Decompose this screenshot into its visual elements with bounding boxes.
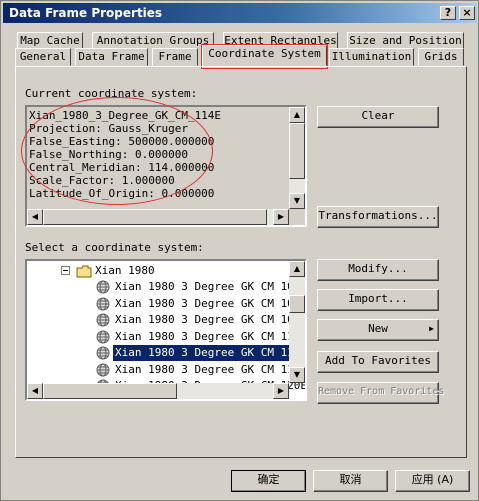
- cs-tree-view[interactable]: Xian 1980 Xian 1980 3 Degree GK CM 102E X…: [25, 259, 307, 401]
- current-cs-label: Current coordinate system:: [25, 87, 198, 100]
- scroll-down-arrow-icon[interactable]: ▼: [289, 367, 305, 383]
- tab-grids[interactable]: Grids: [418, 48, 464, 66]
- tab-frame[interactable]: Frame: [152, 48, 198, 66]
- tab-general[interactable]: General: [15, 48, 71, 66]
- scroll-thumb[interactable]: [289, 123, 305, 179]
- tree-item-row[interactable]: Xian 1980 3 Degree GK CM 117E: [27, 362, 305, 378]
- tree-item-label: Xian 1980 3 Degree GK CM 105E: [115, 296, 307, 310]
- tree-item-row[interactable]: Xian 1980 3 Degree GK CM 102E: [27, 279, 305, 295]
- tree-vscrollbar[interactable]: ▲ ▼: [289, 261, 305, 383]
- globe-icon: [96, 330, 110, 343]
- tree-item-label: Xian 1980 3 Degree GK CM 111E: [115, 329, 307, 343]
- window-title: Data Frame Properties: [9, 6, 163, 20]
- current-vscrollbar[interactable]: ▲ ▼: [289, 107, 305, 209]
- import-button-label: Import...: [348, 292, 408, 305]
- scroll-up-arrow-icon[interactable]: ▲: [289, 107, 305, 123]
- import-button[interactable]: Import...: [317, 289, 439, 311]
- globe-icon: [96, 363, 110, 376]
- remove-from-favorites-label: Remove From Favorites: [318, 386, 445, 397]
- scroll-left-arrow-icon[interactable]: ◀: [27, 383, 43, 399]
- clear-button[interactable]: Clear: [317, 106, 439, 128]
- tree-item-label: Xian 1980 3 Degree GK CM 108E: [115, 313, 307, 326]
- add-to-favorites-label: Add To Favorites: [325, 354, 431, 367]
- close-button[interactable]: ×: [459, 6, 475, 20]
- scroll-thumb[interactable]: [289, 295, 305, 313]
- cs-scale-factor-line: Scale_Factor: 1.000000: [29, 174, 175, 187]
- cs-false-northing-line: False_Northing: 0.000000: [29, 148, 188, 161]
- globe-icon: [96, 313, 110, 327]
- tree-hscrollbar[interactable]: ◀ ▶: [27, 383, 289, 399]
- cancel-button[interactable]: 取消: [313, 470, 388, 492]
- globe-icon: [96, 346, 110, 360]
- cs-latitude-origin-line: Latitude_Of_Origin: 0.000000: [29, 187, 215, 200]
- ok-button[interactable]: 确定: [231, 470, 306, 492]
- title-bar[interactable]: Data Frame Properties ? ×: [3, 3, 477, 23]
- tree-item-label: Xian 1980 3 Degree GK CM 117E: [115, 362, 307, 376]
- tab-data-frame[interactable]: Data Frame: [75, 48, 148, 66]
- cs-projection-line: Projection: Gauss_Kruger: [29, 122, 188, 135]
- transformations-button-label: Transformations...: [318, 209, 438, 222]
- tab-illumination[interactable]: Illumination: [329, 48, 414, 66]
- current-cs-box[interactable]: Xian_1980_3_Degree_GK_CM_114E Projection…: [25, 105, 307, 227]
- current-hscrollbar[interactable]: ◀ ▶: [27, 209, 289, 225]
- apply-button-label: 应用 (A): [411, 473, 454, 486]
- globe-icon: [96, 280, 110, 294]
- cs-name-line: Xian_1980_3_Degree_GK_CM_114E: [29, 109, 222, 122]
- ok-button-label: 确定: [257, 473, 280, 486]
- folder-label: Xian 1980: [95, 264, 155, 277]
- cancel-button-label: 取消: [339, 473, 362, 486]
- modify-button[interactable]: Modify...: [317, 259, 439, 281]
- collapse-icon[interactable]: [61, 266, 70, 275]
- scroll-thumb[interactable]: [43, 383, 177, 399]
- tree-folder-row[interactable]: Xian 1980: [27, 263, 289, 279]
- folder-icon: [76, 265, 92, 278]
- add-to-favorites-button[interactable]: Add To Favorites: [317, 351, 439, 373]
- globe-icon: [96, 297, 110, 310]
- apply-button[interactable]: 应用 (A): [395, 470, 470, 492]
- scroll-right-arrow-icon[interactable]: ▶: [273, 383, 289, 399]
- scroll-thumb[interactable]: [43, 209, 267, 225]
- scroll-up-arrow-icon[interactable]: ▲: [289, 261, 305, 277]
- remove-from-favorites-button[interactable]: Remove From Favorites: [317, 382, 444, 404]
- dropdown-arrow-icon: ▶: [429, 324, 434, 333]
- scroll-left-arrow-icon[interactable]: ◀: [27, 209, 43, 225]
- tree-item-label: Xian 1980 3 Degree GK CM 102E: [115, 280, 307, 293]
- scroll-down-arrow-icon[interactable]: ▼: [289, 193, 305, 209]
- help-button[interactable]: ?: [440, 6, 456, 20]
- new-button-label: New: [368, 322, 388, 335]
- tree-item-row[interactable]: Xian 1980 3 Degree GK CM 111E: [27, 329, 305, 345]
- tree-item-label: Xian 1980 3 Degree GK CM 114E: [113, 345, 305, 361]
- tree-item-row[interactable]: Xian 1980 3 Degree GK CM 108E: [27, 312, 305, 328]
- tree-item-row[interactable]: Xian 1980 3 Degree GK CM 105E: [27, 296, 305, 312]
- new-button[interactable]: New ▶: [317, 319, 439, 341]
- scroll-right-arrow-icon[interactable]: ▶: [273, 209, 289, 225]
- tab-coordinate-system[interactable]: Coordinate System: [202, 45, 327, 66]
- dialog-window: Data Frame Properties ? × Map Cache Anno…: [0, 0, 479, 501]
- clear-button-label: Clear: [361, 109, 395, 122]
- tree-item-row[interactable]: Xian 1980 3 Degree GK CM 114E: [27, 345, 305, 361]
- transformations-button[interactable]: Transformations...: [317, 206, 439, 228]
- cs-false-easting-line: False_Easting: 500000.000000: [29, 135, 215, 148]
- select-cs-label: Select a coordinate system:: [25, 241, 204, 254]
- modify-button-label: Modify...: [348, 262, 408, 275]
- cs-central-meridian-line: Central_Meridian: 114.000000: [29, 161, 215, 174]
